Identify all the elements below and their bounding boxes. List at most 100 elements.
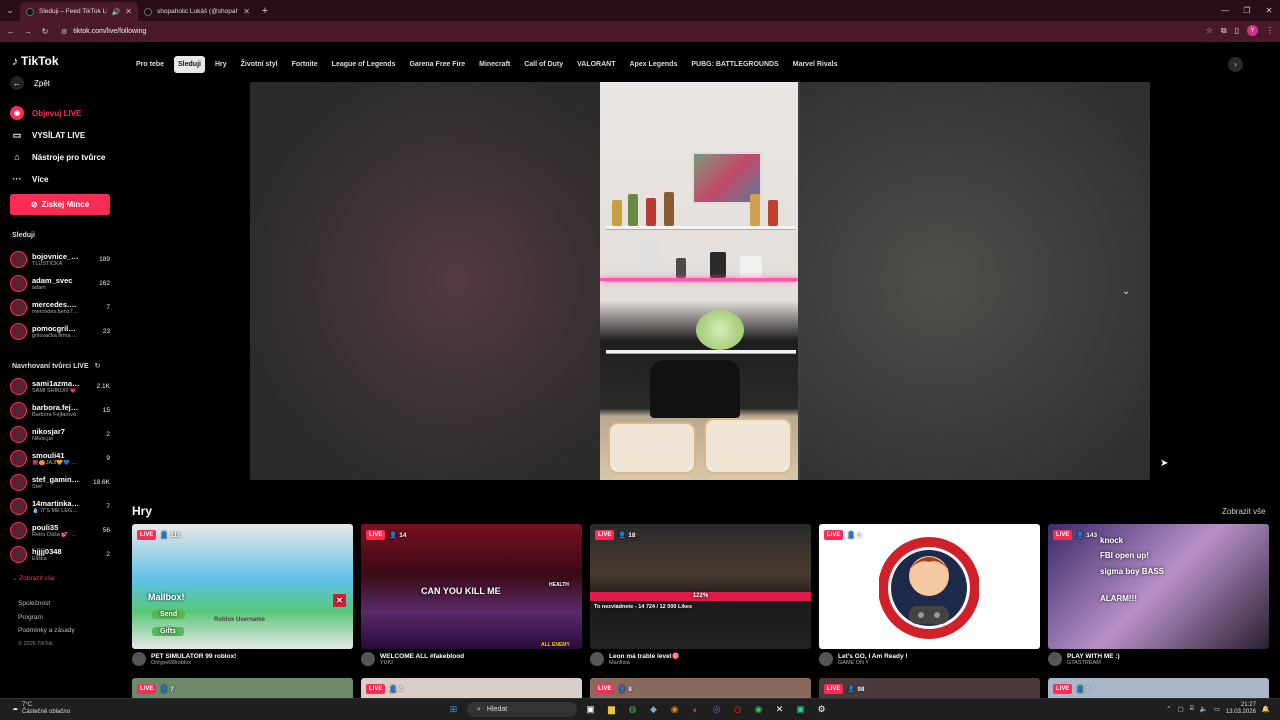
suggested-account[interactable]: 14martinka… 💧 IT'S ME LEG… 7	[10, 494, 110, 518]
following-account[interactable]: mercedes.… mercedes.benz7… 7	[10, 295, 110, 319]
task-view-icon[interactable]: ▣	[583, 702, 598, 717]
close-tab-icon[interactable]: ✕	[243, 7, 250, 16]
chip-call-of-duty[interactable]: Call of Duty	[520, 56, 567, 73]
firefox-icon[interactable]: ◉	[667, 702, 682, 717]
spotify-icon[interactable]: ◉	[751, 702, 766, 717]
tiktok-logo[interactable]: ♪ TikTok	[12, 54, 59, 68]
footer-link-terms[interactable]: Podmínky a zásady	[18, 624, 75, 638]
notifications-icon[interactable]: 🔔	[1262, 705, 1270, 713]
extensions-icon[interactable]: ⧉	[1221, 26, 1227, 36]
live-thumbnail[interactable]: LIVE 👤 3	[819, 524, 1040, 649]
show-more-link[interactable]: ⌄ Zobrazit vše	[12, 574, 55, 582]
live-card[interactable]: LIVE 👤 3 Let's GO, I Am Ready ! GAME ON !!	[819, 524, 1040, 666]
browser-tab[interactable]: shopaholic Lukáš (@shopaholi… ✕	[138, 2, 256, 21]
discord-icon[interactable]: ◎	[709, 702, 724, 717]
browser-icon[interactable]: ◐	[688, 702, 703, 717]
file-explorer-icon[interactable]: ▆	[604, 702, 619, 717]
suggested-account[interactable]: stef_gamin… Stef 18.6K	[10, 470, 110, 494]
steam-icon[interactable]: ◆	[646, 702, 661, 717]
chrome-icon[interactable]: ◍	[625, 702, 640, 717]
browser-tab-active[interactable]: Sleduji – Feed TikTok LIVE 🔊 ✕	[20, 2, 138, 21]
live-card[interactable]: LIVE 👤 14 CAN YOU KILL ME HEALTH ALL ENEM…	[361, 524, 582, 666]
browser-menu-icon[interactable]: ⋮	[1266, 26, 1274, 35]
live-thumbnail[interactable]: LIVE 👤 143 knock FBI open up! sigma boy B…	[1048, 524, 1269, 649]
footer-link-company[interactable]: Společnost	[18, 597, 75, 611]
network-icon[interactable]: ⌸	[1190, 705, 1194, 713]
clock[interactable]: 21:27 13.03.2026	[1226, 702, 1256, 716]
live-card[interactable]: LIVE 👤 116 Mailbox! Send Gifts Roblox Use…	[132, 524, 353, 666]
footer-link-program[interactable]: Program	[18, 611, 75, 625]
sidebar-icon[interactable]: ▯	[1235, 26, 1239, 35]
x-app-icon[interactable]: ✕	[772, 702, 787, 717]
chevron-down-icon[interactable]: ⌄	[1122, 286, 1130, 297]
chip-league-of-legends[interactable]: League of Legends	[328, 56, 400, 73]
sidebar-item-more[interactable]: ··· Více	[10, 168, 120, 190]
live-video-player[interactable]	[250, 82, 1150, 480]
live-card[interactable]: LIVE 👤 0	[1048, 678, 1269, 698]
chevron-up-icon[interactable]: ⌃	[1166, 705, 1171, 713]
volume-icon[interactable]: 🔈	[1200, 705, 1208, 713]
windows-start-icon[interactable]: ⊞	[446, 702, 461, 717]
suggested-account[interactable]: barbora.fej… Barbora Fejfarová 15	[10, 398, 110, 422]
live-thumbnail[interactable]: LIVE 👤 18 122% To nezvládnete - 14 724 / …	[590, 524, 811, 649]
forward-arrow-icon[interactable]: →	[22, 27, 34, 36]
chip-apex-legends[interactable]: Apex Legends	[626, 56, 682, 73]
app-icon[interactable]: ▣	[793, 702, 808, 717]
weather-widget[interactable]: ☁ 7°C Částečně oblačno	[12, 702, 70, 716]
chip-free-fire[interactable]: Garena Free Fire	[405, 56, 469, 73]
chip-games[interactable]: Hry	[211, 56, 231, 73]
refresh-icon[interactable]: ↻	[95, 363, 101, 370]
live-thumbnail[interactable]: LIVE 👤 116 Mailbox! Send Gifts Roblox Use…	[132, 524, 353, 649]
chip-lifestyle[interactable]: Životní styl	[237, 56, 282, 73]
suggested-account[interactable]: hjjjj0348 Eliška 2	[10, 542, 110, 566]
chip-pubg[interactable]: PUBG: BATTLEGROUNDS	[687, 56, 782, 73]
reload-icon[interactable]: ↻	[39, 27, 51, 36]
get-coins-button[interactable]: ⊘ Získej Mince	[10, 194, 110, 215]
battery-icon[interactable]: ▭	[1214, 705, 1220, 713]
bookmark-star-icon[interactable]: ☆	[1206, 26, 1213, 35]
chip-for-you[interactable]: Pro tebe	[132, 56, 168, 73]
live-card[interactable]: LIVE 👤 0	[361, 678, 582, 698]
opera-icon[interactable]: O	[730, 702, 745, 717]
sidebar-item-discover-live[interactable]: ◉ Objevuj LIVE	[10, 102, 120, 124]
speaker-icon[interactable]: 🔊	[112, 8, 121, 16]
suggested-account[interactable]: nikosjar7 Nikos.jar 2	[10, 422, 110, 446]
back-button[interactable]: ← Zpět	[10, 76, 50, 90]
lettuce	[696, 310, 744, 350]
back-arrow-icon[interactable]: ←	[5, 27, 17, 36]
live-stream-video[interactable]	[600, 82, 798, 480]
close-window-icon[interactable]: ✕	[1258, 0, 1280, 21]
chip-following[interactable]: Sleduji	[174, 56, 205, 73]
chevron-right-icon[interactable]: ›	[1228, 57, 1243, 72]
tab-search-icon[interactable]: ⌄	[0, 0, 20, 21]
following-account[interactable]: bojovnice_… TLUSTIČKA 189	[10, 247, 110, 271]
suggested-account[interactable]: sami1azma… SAMI SHIKOR 💗 2.1K	[10, 374, 110, 398]
live-card[interactable]: LIVE 👤 7	[132, 678, 353, 698]
chip-valorant[interactable]: VALORANT	[573, 56, 619, 73]
minimize-icon[interactable]: —	[1214, 0, 1236, 21]
maximize-icon[interactable]: ❐	[1236, 0, 1258, 21]
taskbar-search[interactable]: ⌕ Hledat	[467, 702, 577, 717]
chip-fortnite[interactable]: Fortnite	[288, 56, 322, 73]
live-thumbnail[interactable]: LIVE 👤 14 CAN YOU KILL ME HEALTH ALL ENEM…	[361, 524, 582, 649]
see-all-link[interactable]: Zobrazit vše	[1222, 507, 1266, 516]
sidebar-item-go-live[interactable]: ▭ VYSÍLAT LIVE	[10, 124, 120, 146]
url-field[interactable]: ⚙ tiktok.com/live/following	[61, 28, 146, 36]
suggested-account[interactable]: pouli35 Retro Dáša 💕 … 56	[10, 518, 110, 542]
live-card[interactable]: LIVE 👤 143 knock FBI open up! sigma boy B…	[1048, 524, 1269, 666]
profile-avatar[interactable]: Y	[1247, 25, 1258, 36]
settings-icon[interactable]: ⚙	[814, 702, 829, 717]
sidebar-item-creator-tools[interactable]: ⌂ Nástroje pro tvůrce	[10, 146, 120, 168]
new-tab-icon[interactable]: +	[256, 5, 274, 17]
site-info-icon[interactable]: ⚙	[61, 28, 67, 36]
live-card[interactable]: LIVE 👤 18 122% To nezvládnete - 14 724 / …	[590, 524, 811, 666]
chip-marvel-rivals[interactable]: Marvel Rivals	[789, 56, 842, 73]
live-card[interactable]: LIVE 👤 8	[590, 678, 811, 698]
close-tab-icon[interactable]: ✕	[125, 7, 132, 16]
suggested-account[interactable]: smouli41 🧶🍊JAJI🧡💙 … 9	[10, 446, 110, 470]
tray-app-icon[interactable]: ▢	[1178, 705, 1184, 713]
live-card[interactable]: LIVE 👤 98	[819, 678, 1040, 698]
chip-minecraft[interactable]: Minecraft	[475, 56, 514, 73]
following-account[interactable]: pomocgril… grilovačka firma … 23	[10, 319, 110, 343]
following-account[interactable]: adam_svec adam 162	[10, 271, 110, 295]
